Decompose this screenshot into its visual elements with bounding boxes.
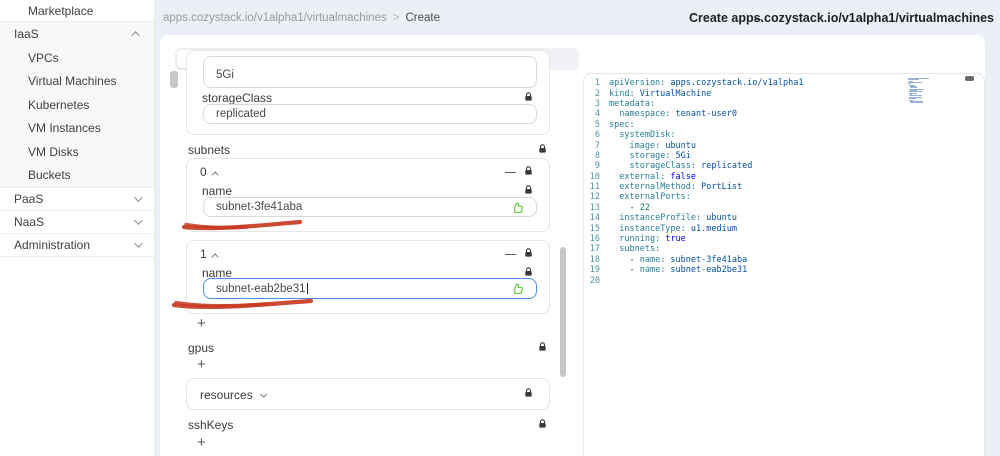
subnet-1-name-input[interactable]: subnet-eab2be31: [203, 278, 537, 299]
sidebar-item-vm-disks[interactable]: VM Disks: [0, 140, 154, 164]
sidebar-item-label: Buckets: [28, 168, 71, 183]
form-scrollbar-left-thumb[interactable]: [170, 71, 178, 88]
storage-input-value: 5Gi: [216, 69, 234, 81]
subnet-0-name-value: subnet-3fe41aba: [216, 201, 303, 213]
collapse-chevron-icon: [211, 253, 219, 261]
form-scrollbar-thumb[interactable]: [560, 247, 566, 377]
lock-icon[interactable]: [524, 388, 533, 398]
resources-header[interactable]: resources: [200, 388, 267, 402]
subnet-0-name-input[interactable]: subnet-3fe41aba: [203, 197, 537, 217]
subnet-item-1-index: 1: [200, 247, 207, 261]
text-cursor: [306, 283, 308, 294]
subnet-item-1-header[interactable]: 1: [200, 247, 219, 261]
remove-item-button[interactable]: [505, 248, 517, 260]
subnet-item-1-card: [186, 240, 550, 314]
gpus-label: gpus: [188, 341, 215, 355]
code-lines[interactable]: 1 apiVersion: apps.cozystack.io/v1alpha1 2…: [584, 78, 984, 286]
sidebar-item-label: VM Instances: [28, 121, 101, 136]
lock-icon[interactable]: [538, 342, 547, 352]
breadcrumb-current: Create: [405, 12, 440, 24]
subnet-1-name-value: subnet-eab2be31: [216, 282, 306, 295]
storage-input[interactable]: 5Gi: [203, 56, 537, 88]
sidebar-item-buckets[interactable]: Buckets: [0, 164, 154, 188]
sidebar-section-iaas[interactable]: IaaS: [0, 22, 154, 46]
sidebar-section-label: Administration: [14, 238, 91, 252]
sidebar-item-label: Virtual Machines: [28, 74, 117, 89]
chevron-down-icon: [134, 216, 143, 225]
resources-label: resources: [200, 388, 253, 402]
page-title: Create apps.cozystack.io/v1alpha1/virtua…: [689, 11, 994, 25]
sidebar-section-naas[interactable]: NaaS: [0, 211, 154, 234]
breadcrumb-path[interactable]: apps.cozystack.io/v1alpha1/virtualmachin…: [163, 12, 387, 24]
chevron-down-icon: [134, 193, 143, 202]
editor-minimap[interactable]: [908, 78, 942, 105]
lock-icon[interactable]: [524, 248, 533, 258]
sidebar-section-label: IaaS: [14, 27, 39, 41]
sidebar-section-paas[interactable]: PaaS: [0, 188, 154, 211]
yaml-editor[interactable]: 1 apiVersion: apps.cozystack.io/v1alpha1 2…: [583, 73, 985, 456]
breadcrumb-separator: >: [392, 12, 400, 24]
lock-icon[interactable]: [538, 144, 547, 154]
sidebar-item-marketplace[interactable]: Marketplace: [0, 0, 154, 22]
sidebar-item-kubernetes[interactable]: Kubernetes: [0, 93, 154, 117]
sidebar-group-iaas: IaaS VPCs Virtual Machines Kubernetes VM…: [0, 22, 154, 188]
storage-class-value: replicated: [216, 108, 266, 120]
chevron-down-icon: [134, 239, 143, 248]
sidebar-item-vpcs[interactable]: VPCs: [0, 46, 154, 70]
subnets-label: subnets: [188, 143, 231, 157]
lock-icon[interactable]: [524, 267, 533, 277]
top-bar: apps.cozystack.io/v1alpha1/virtualmachin…: [155, 0, 1000, 35]
sshkeys-label: sshKeys: [188, 418, 234, 432]
sidebar-section-label: NaaS: [14, 215, 45, 229]
subnet-0-name-label: name: [202, 184, 233, 198]
thumbs-up-icon: [514, 201, 523, 213]
sidebar-item-label: Kubernetes: [28, 97, 90, 112]
storage-class-input[interactable]: replicated: [203, 104, 537, 124]
sidebar-section-label: PaaS: [14, 192, 44, 206]
add-gpu-button[interactable]: +: [197, 357, 206, 372]
add-subnet-button[interactable]: +: [197, 316, 206, 331]
lock-icon[interactable]: [524, 92, 533, 102]
sidebar-item-label: Marketplace: [28, 3, 94, 18]
sidebar-item-vm-instances[interactable]: VM Instances: [0, 117, 154, 141]
sidebar-item-label: VPCs: [28, 50, 59, 65]
editor-scrollbar-thumb[interactable]: [965, 76, 974, 81]
lock-icon[interactable]: [524, 185, 533, 195]
collapse-chevron-icon: [211, 171, 219, 179]
remove-item-button[interactable]: [505, 166, 517, 178]
sidebar-item-label: VM Disks: [28, 144, 79, 159]
breadcrumb: apps.cozystack.io/v1alpha1/virtualmachin…: [163, 12, 440, 24]
storage-class-label: storageClass: [202, 91, 273, 105]
thumbs-up-icon: [514, 283, 523, 294]
lock-icon[interactable]: [524, 166, 533, 176]
sidebar-item-virtual-machines[interactable]: Virtual Machines: [0, 70, 154, 94]
add-sshkey-button[interactable]: +: [197, 435, 206, 450]
sidebar: Marketplace IaaS VPCs Virtual Machines K…: [0, 0, 155, 456]
subnet-item-0-card: [186, 158, 550, 232]
subnet-item-0-header[interactable]: 0: [200, 165, 219, 179]
app-root: Marketplace IaaS VPCs Virtual Machines K…: [0, 0, 1000, 456]
subnet-item-0-index: 0: [200, 165, 207, 179]
sidebar-section-administration[interactable]: Administration: [0, 234, 154, 257]
lock-icon[interactable]: [538, 419, 547, 429]
